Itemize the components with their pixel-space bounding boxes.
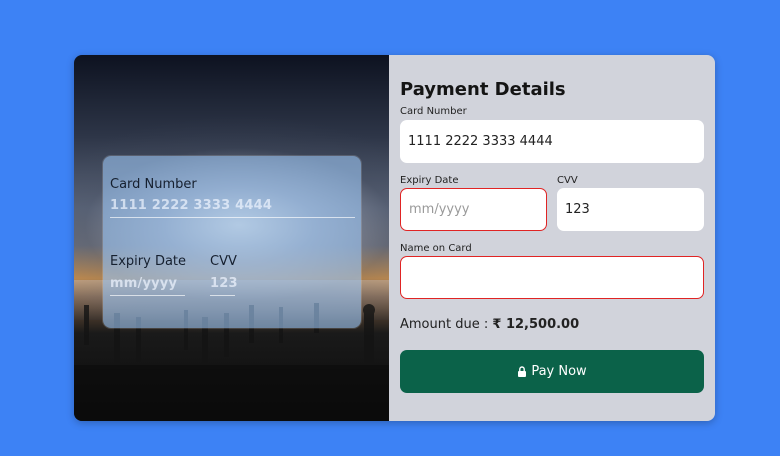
card-number-label: Card Number [400, 106, 467, 117]
expiry-placeholder: mm/yyyy [409, 202, 470, 217]
pay-now-button[interactable]: Pay Now [400, 350, 704, 393]
lock-icon [518, 366, 527, 377]
name-on-card-label: Name on Card [400, 243, 472, 254]
preview-card-number-value: 1111 2222 3333 4444 [110, 198, 273, 213]
preview-cvv-underline [210, 295, 235, 296]
card-number-input[interactable]: 1111 2222 3333 4444 [400, 120, 704, 163]
preview-expiry-underline [110, 295, 185, 296]
cvv-text: 123 [565, 202, 590, 217]
card-number-text: 1111 2222 3333 4444 [408, 134, 553, 149]
preview-card-number-label: Card Number [110, 177, 197, 192]
cvv-label: CVV [557, 175, 578, 186]
preview-cvv-value: 123 [210, 276, 238, 291]
beach-photo: Card Number 1111 2222 3333 4444 Expiry D… [74, 55, 389, 421]
preview-expiry-value: mm/yyyy [110, 276, 178, 291]
preview-card-number-underline [110, 217, 355, 218]
expiry-date-input[interactable]: mm/yyyy [400, 188, 547, 231]
expiry-date-label: Expiry Date [400, 175, 459, 186]
amount-due-label: Amount due : [400, 317, 489, 332]
form-title: Payment Details [400, 79, 566, 100]
payment-form: Payment Details Card Number 1111 2222 33… [389, 55, 715, 421]
pay-now-label: Pay Now [531, 364, 587, 379]
amount-due: Amount due : ₹ 12,500.00 [400, 317, 579, 332]
preview-cvv-label: CVV [210, 254, 237, 269]
cvv-input[interactable]: 123 [557, 188, 704, 231]
payment-panel: Card Number 1111 2222 3333 4444 Expiry D… [74, 55, 715, 421]
name-on-card-input[interactable] [400, 256, 704, 299]
card-preview: Card Number 1111 2222 3333 4444 Expiry D… [103, 156, 361, 328]
amount-due-value: ₹ 12,500.00 [492, 317, 580, 332]
preview-expiry-label: Expiry Date [110, 254, 187, 269]
